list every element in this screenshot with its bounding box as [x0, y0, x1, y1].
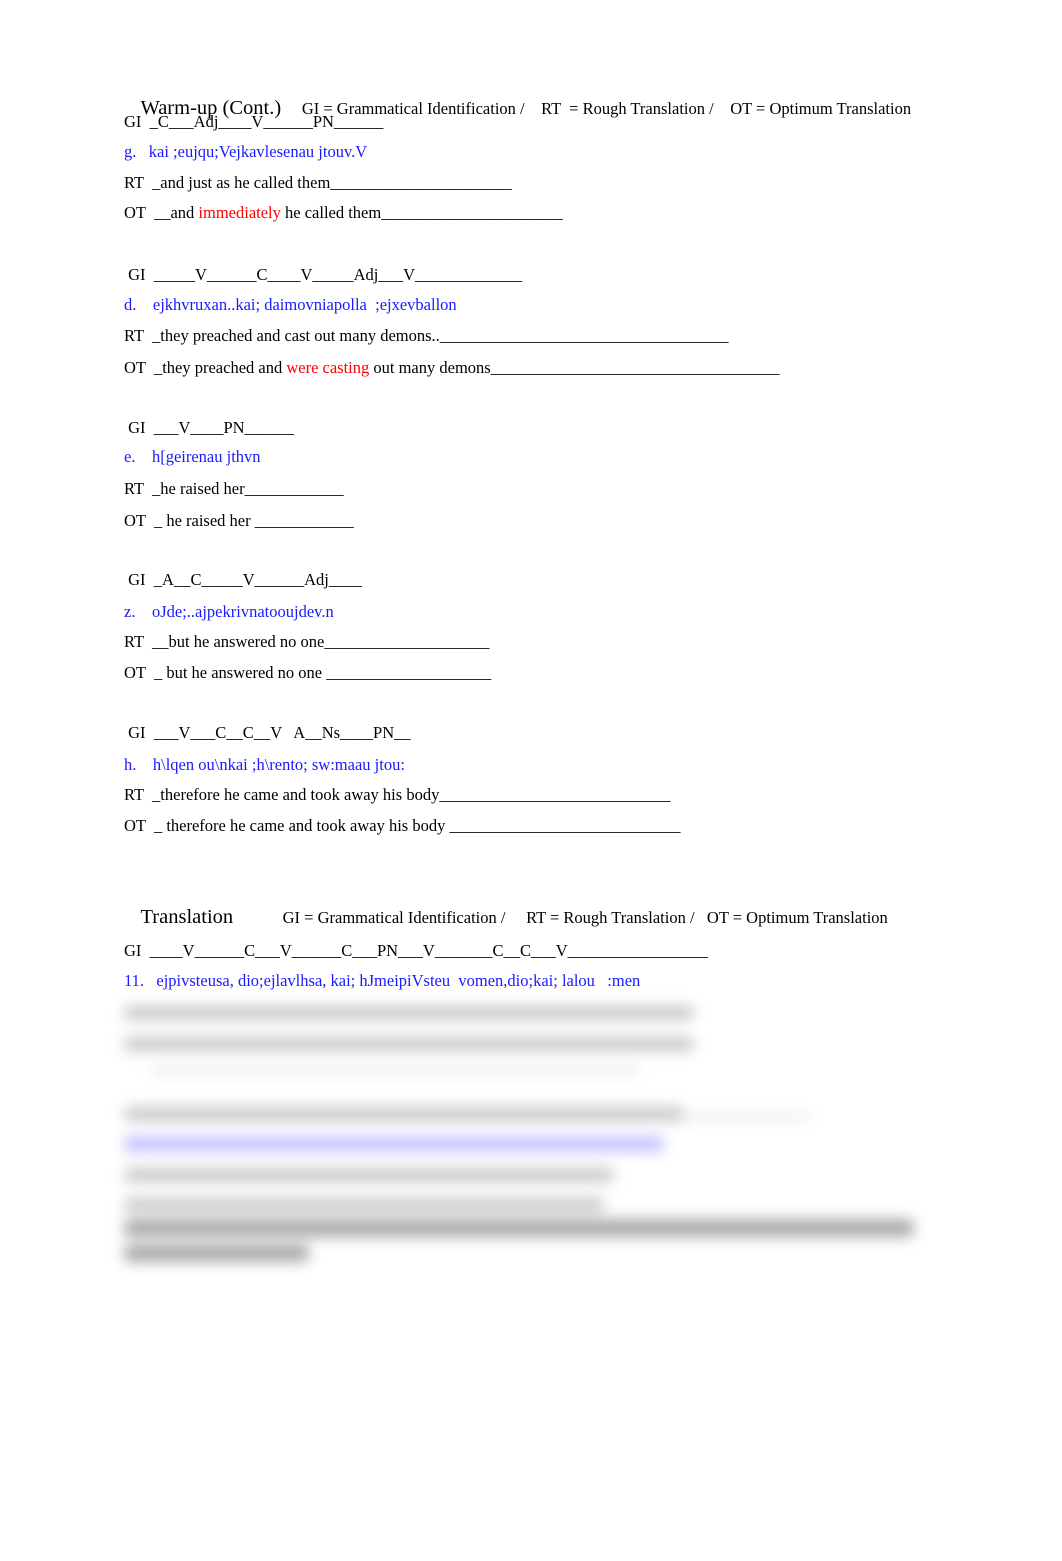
item-11-greek: 11. ejpivsteusa, dio;ejlavlhsa, kai; hJm…	[124, 971, 641, 990]
blurred-line	[150, 1068, 640, 1074]
blurred-line	[124, 1006, 694, 1020]
exercise-d-greek: d. ejkhvruxan..kai; daimovniapolla ;ejxe…	[124, 295, 457, 314]
exercise-z-rt: RT __but he answered no one_____________…	[124, 632, 490, 651]
blurred-line	[124, 1107, 684, 1121]
exercise-e-ot: OT _ he raised her ____________	[124, 511, 354, 531]
exercise-g-gi: GI _C___Adj____V______PN______	[124, 112, 384, 131]
ot-text: OT _ therefore he came and took away his…	[124, 816, 681, 835]
blurred-line	[124, 1137, 664, 1151]
blurred-line	[124, 1198, 604, 1212]
exercise-e-rt: RT _he raised her____________	[124, 479, 344, 498]
exercise-e-greek: e. h[geirenau jthvn	[124, 447, 261, 466]
exercise-z-greek: z. oJde;..ajpekrivnatooujdev.n	[124, 602, 334, 621]
exercise-g-rt: RT _and just as he called them__________…	[124, 173, 512, 192]
exercise-h-gi: GI ___V___C__C__V A__Ns____PN__	[124, 723, 411, 742]
ot-text: he called them______________________	[280, 203, 563, 222]
exercise-e-gi: GI ___V____PN______	[124, 418, 295, 437]
item-11-gi: GI ____V______C___V______C___PN___V_____…	[124, 941, 708, 960]
ot-text: OT _ but he answered no one ____________…	[124, 663, 492, 682]
exercise-d-ot: OT _they preached and were casting out m…	[124, 358, 779, 378]
ot-text: OT __and	[124, 203, 199, 222]
exercise-z-ot: OT _ but he answered no one ____________…	[124, 663, 491, 683]
exercise-h-rt: RT _therefore he came and took away his …	[124, 785, 671, 804]
exercise-h-ot: OT _ therefore he came and took away his…	[124, 816, 680, 836]
translation-heading: Translation	[140, 906, 234, 928]
ot-highlight: were casting	[286, 358, 370, 377]
document-page: Warm-up (Cont.) GI = Grammatical Identif…	[0, 0, 1062, 1561]
blurred-line	[680, 1115, 810, 1120]
blurred-line	[124, 1219, 914, 1237]
translation-legend: GI = Grammatical Identification / RT = R…	[233, 908, 888, 927]
exercise-h-greek: h. h\lqen ou\nkai ;h\rento; sw:maau jtou…	[124, 755, 405, 774]
exercise-z-gi: GI _A__C_____V______Adj____	[124, 570, 362, 589]
ot-text: OT _they preached and	[124, 358, 287, 377]
exercise-g-greek: g. kai ;eujqu;Vejkavlesenau jtouv.V	[124, 142, 368, 161]
ot-highlight: immediately	[198, 203, 281, 222]
exercise-d-rt: RT _they preached and cast out many demo…	[124, 326, 729, 345]
blurred-line	[124, 1244, 309, 1262]
blurred-line	[124, 1037, 694, 1051]
exercise-g-ot: OT __and immediately he called them_____…	[124, 203, 563, 223]
blurred-line	[124, 1168, 614, 1182]
ot-text: OT _ he raised her ____________	[124, 511, 354, 530]
exercise-d-gi: GI _____V______C____V_____Adj___V_______…	[124, 265, 523, 284]
ot-text: out many demons_________________________…	[369, 358, 780, 377]
translation-header: Translation GI = Grammatical Identificat…	[124, 887, 888, 948]
